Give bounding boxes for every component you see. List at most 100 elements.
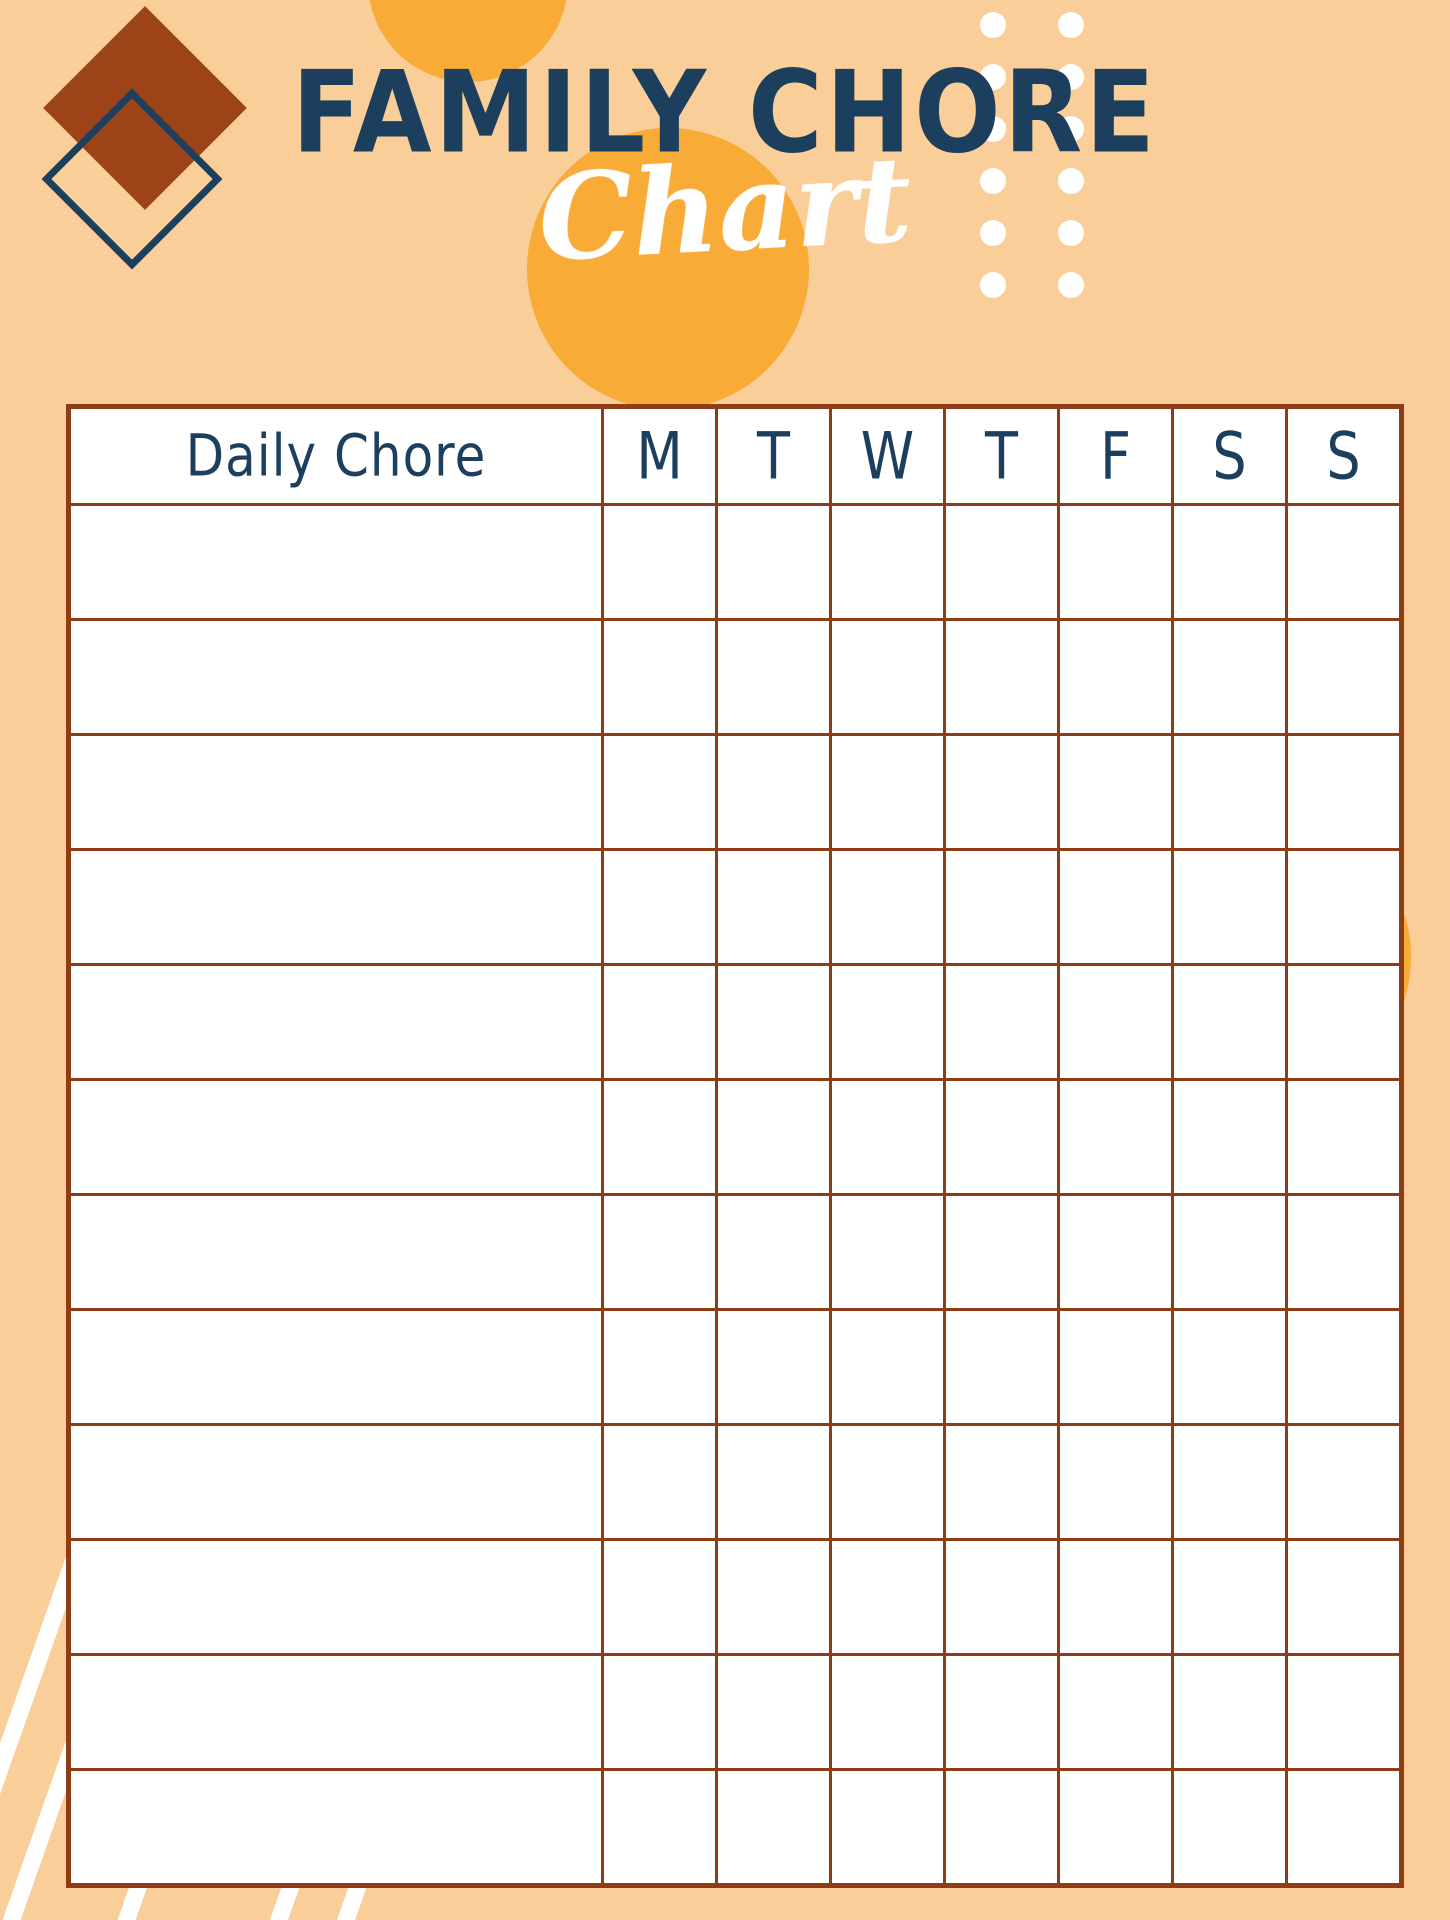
chore-day-cell[interactable] bbox=[1057, 1423, 1174, 1541]
chore-day-cell[interactable] bbox=[1285, 1308, 1403, 1426]
chore-day-cell[interactable] bbox=[601, 1078, 718, 1196]
chore-day-cell[interactable] bbox=[715, 963, 832, 1081]
chore-day-cell[interactable] bbox=[943, 963, 1060, 1081]
chore-day-cell[interactable] bbox=[715, 618, 832, 736]
chore-day-cell[interactable] bbox=[1057, 1653, 1174, 1771]
chore-day-cell[interactable] bbox=[1171, 1078, 1288, 1196]
table-row bbox=[67, 1423, 1403, 1541]
chore-day-cell[interactable] bbox=[601, 503, 718, 621]
chore-day-cell[interactable] bbox=[1057, 503, 1174, 621]
chore-day-cell[interactable] bbox=[829, 1768, 946, 1887]
chore-day-cell[interactable] bbox=[715, 1653, 832, 1771]
chore-day-cell[interactable] bbox=[1171, 848, 1288, 966]
chore-day-cell[interactable] bbox=[1285, 963, 1403, 1081]
chore-day-cell[interactable] bbox=[943, 1193, 1060, 1311]
chore-day-cell[interactable] bbox=[1057, 1078, 1174, 1196]
chore-day-cell[interactable] bbox=[943, 618, 1060, 736]
chore-day-cell[interactable] bbox=[715, 1538, 832, 1656]
chore-day-cell[interactable] bbox=[1171, 503, 1288, 621]
chore-day-cell[interactable] bbox=[601, 1308, 718, 1426]
chore-day-cell[interactable] bbox=[601, 963, 718, 1081]
chore-day-cell[interactable] bbox=[1171, 1423, 1288, 1541]
chore-day-cell[interactable] bbox=[601, 618, 718, 736]
chore-day-cell[interactable] bbox=[1285, 1078, 1403, 1196]
chore-day-cell[interactable] bbox=[829, 1308, 946, 1426]
chore-day-cell[interactable] bbox=[1057, 963, 1174, 1081]
chore-day-cell[interactable] bbox=[1285, 848, 1403, 966]
chore-day-cell[interactable] bbox=[1171, 733, 1288, 851]
chore-name-cell[interactable] bbox=[67, 848, 604, 966]
chore-day-cell[interactable] bbox=[715, 1078, 832, 1196]
chore-name-cell[interactable] bbox=[67, 1768, 604, 1887]
chore-day-cell[interactable] bbox=[1285, 1653, 1403, 1771]
chore-day-cell[interactable] bbox=[829, 1653, 946, 1771]
chore-day-cell[interactable] bbox=[1057, 618, 1174, 736]
chore-day-cell[interactable] bbox=[1171, 1538, 1288, 1656]
chore-day-cell[interactable] bbox=[1285, 1768, 1403, 1887]
chore-day-cell[interactable] bbox=[1171, 1653, 1288, 1771]
chore-name-cell[interactable] bbox=[67, 1193, 604, 1311]
chore-day-cell[interactable] bbox=[1285, 618, 1403, 736]
chore-day-cell[interactable] bbox=[1057, 1308, 1174, 1426]
chore-day-cell[interactable] bbox=[715, 1423, 832, 1541]
chore-day-cell[interactable] bbox=[829, 618, 946, 736]
header-label-day: S bbox=[1326, 418, 1361, 494]
chore-day-cell[interactable] bbox=[715, 503, 832, 621]
chore-day-cell[interactable] bbox=[943, 1768, 1060, 1887]
chore-name-cell[interactable] bbox=[67, 1423, 604, 1541]
chore-day-cell[interactable] bbox=[715, 1308, 832, 1426]
chore-day-cell[interactable] bbox=[943, 848, 1060, 966]
chore-day-cell[interactable] bbox=[1285, 503, 1403, 621]
chore-day-cell[interactable] bbox=[943, 1308, 1060, 1426]
chore-day-cell[interactable] bbox=[829, 1538, 946, 1656]
chore-day-cell[interactable] bbox=[601, 848, 718, 966]
chore-day-cell[interactable] bbox=[1285, 1538, 1403, 1656]
chore-name-cell[interactable] bbox=[67, 1653, 604, 1771]
chore-name-cell[interactable] bbox=[67, 618, 604, 736]
chore-day-cell[interactable] bbox=[1057, 733, 1174, 851]
chore-day-cell[interactable] bbox=[1171, 1308, 1288, 1426]
chore-day-cell[interactable] bbox=[829, 1193, 946, 1311]
chore-day-cell[interactable] bbox=[715, 848, 832, 966]
chore-day-cell[interactable] bbox=[1285, 1423, 1403, 1541]
chore-day-cell[interactable] bbox=[715, 1193, 832, 1311]
chore-day-cell[interactable] bbox=[943, 1078, 1060, 1196]
chore-day-cell[interactable] bbox=[601, 1423, 718, 1541]
chore-name-cell[interactable] bbox=[67, 1078, 604, 1196]
chore-day-cell[interactable] bbox=[715, 733, 832, 851]
chore-name-cell[interactable] bbox=[67, 1308, 604, 1426]
chore-day-cell[interactable] bbox=[943, 733, 1060, 851]
chore-name-cell[interactable] bbox=[67, 963, 604, 1081]
chore-day-cell[interactable] bbox=[943, 1653, 1060, 1771]
chore-day-cell[interactable] bbox=[1285, 1193, 1403, 1311]
chore-day-cell[interactable] bbox=[829, 1423, 946, 1541]
chore-name-cell[interactable] bbox=[67, 733, 604, 851]
chore-day-cell[interactable] bbox=[1057, 1193, 1174, 1311]
chore-day-cell[interactable] bbox=[601, 1768, 718, 1887]
chore-day-cell[interactable] bbox=[1057, 1538, 1174, 1656]
chore-day-cell[interactable] bbox=[1057, 848, 1174, 966]
chore-day-cell[interactable] bbox=[829, 963, 946, 1081]
chore-day-cell[interactable] bbox=[1171, 963, 1288, 1081]
chore-day-cell[interactable] bbox=[601, 1193, 718, 1311]
chore-day-cell[interactable] bbox=[943, 1423, 1060, 1541]
chore-day-cell[interactable] bbox=[601, 733, 718, 851]
chore-name-cell[interactable] bbox=[67, 503, 604, 621]
chore-day-cell[interactable] bbox=[829, 848, 946, 966]
chore-day-cell[interactable] bbox=[1171, 1768, 1288, 1887]
chore-day-cell[interactable] bbox=[715, 1768, 832, 1887]
table-row bbox=[67, 848, 1403, 966]
chore-day-cell[interactable] bbox=[829, 503, 946, 621]
chore-day-cell[interactable] bbox=[829, 733, 946, 851]
header-cell-day-saturday: S bbox=[1171, 405, 1288, 506]
chore-day-cell[interactable] bbox=[1171, 618, 1288, 736]
chore-day-cell[interactable] bbox=[829, 1078, 946, 1196]
chore-name-cell[interactable] bbox=[67, 1538, 604, 1656]
chore-day-cell[interactable] bbox=[943, 503, 1060, 621]
chore-day-cell[interactable] bbox=[1285, 733, 1403, 851]
chore-day-cell[interactable] bbox=[1057, 1768, 1174, 1887]
chore-day-cell[interactable] bbox=[943, 1538, 1060, 1656]
chore-day-cell[interactable] bbox=[601, 1653, 718, 1771]
chore-day-cell[interactable] bbox=[1171, 1193, 1288, 1311]
chore-day-cell[interactable] bbox=[601, 1538, 718, 1656]
